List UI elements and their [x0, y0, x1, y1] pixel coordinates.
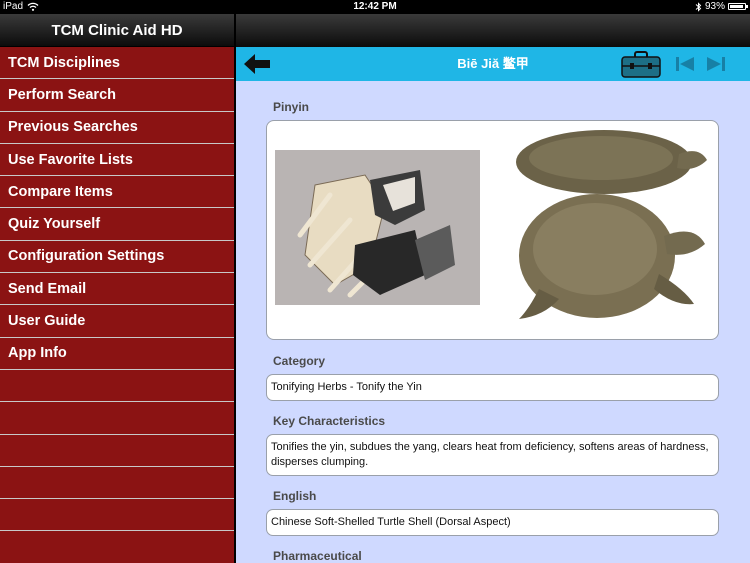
- dried-shell-photo: [275, 125, 480, 322]
- first-record-icon[interactable]: [674, 56, 696, 72]
- sidebar-empty-row: [0, 467, 234, 500]
- status-right: 93%: [695, 1, 748, 12]
- toolbox-icon[interactable]: [621, 51, 661, 78]
- key-characteristics-label: Key Characteristics: [273, 414, 386, 428]
- detail-top-bar: [236, 14, 750, 47]
- sidebar-title: TCM Clinic Aid HD: [0, 14, 234, 47]
- battery-icon: [728, 3, 748, 10]
- sidebar-empty-row: [0, 370, 234, 403]
- sidebar-item-compare-items[interactable]: Compare Items: [0, 176, 234, 209]
- detail-content[interactable]: Pinyin Category Tonifying Herbs - Tonify…: [236, 81, 750, 563]
- sidebar-item-user-guide[interactable]: User Guide: [0, 305, 234, 338]
- category-label: Category: [273, 354, 326, 368]
- sidebar-empty-row: [0, 435, 234, 467]
- sidebar-empty-row: [0, 402, 234, 435]
- herb-photos: [266, 120, 719, 340]
- bluetooth-icon: [695, 1, 702, 12]
- battery-percent: 93%: [704, 1, 725, 12]
- sidebar-item-send-email[interactable]: Send Email: [0, 273, 234, 306]
- english-field: Chinese Soft-Shelled Turtle Shell (Dorsa…: [266, 509, 719, 536]
- pinyin-label: Pinyin: [273, 100, 310, 114]
- sidebar-item-quiz-yourself[interactable]: Quiz Yourself: [0, 208, 234, 241]
- sidebar-item-previous-searches[interactable]: Previous Searches: [0, 112, 234, 144]
- live-turtle-photo: [509, 124, 714, 327]
- sidebar-menu: TCM Disciplines Perform Search Previous …: [0, 47, 234, 563]
- last-record-icon[interactable]: [705, 56, 727, 72]
- status-time: 12:42 PM: [353, 1, 397, 12]
- english-label: English: [273, 489, 317, 503]
- category-field: Tonifying Herbs - Tonify the Yin: [266, 374, 719, 401]
- herb-title: Biē Jiă 鳖甲: [457, 56, 529, 71]
- sidebar-empty-row: [0, 531, 234, 563]
- back-arrow-icon[interactable]: [242, 51, 272, 77]
- sidebar-item-app-info[interactable]: App Info: [0, 338, 234, 370]
- pharmaceutical-label: Pharmaceutical: [273, 549, 362, 563]
- status-bar: iPad 12:42 PM 93%: [0, 0, 750, 14]
- key-characteristics-field: Tonifies the yin, subdues the yang, clea…: [266, 434, 719, 476]
- sidebar-empty-row: [0, 499, 234, 532]
- detail-navbar: Biē Jiă 鳖甲: [236, 47, 750, 81]
- sidebar-item-favorite-lists[interactable]: Use Favorite Lists: [0, 144, 234, 177]
- sidebar-item-configuration-settings[interactable]: Configuration Settings: [0, 241, 234, 274]
- sidebar-item-perform-search[interactable]: Perform Search: [0, 79, 234, 112]
- sidebar-item-tcm-disciplines[interactable]: TCM Disciplines: [0, 47, 234, 80]
